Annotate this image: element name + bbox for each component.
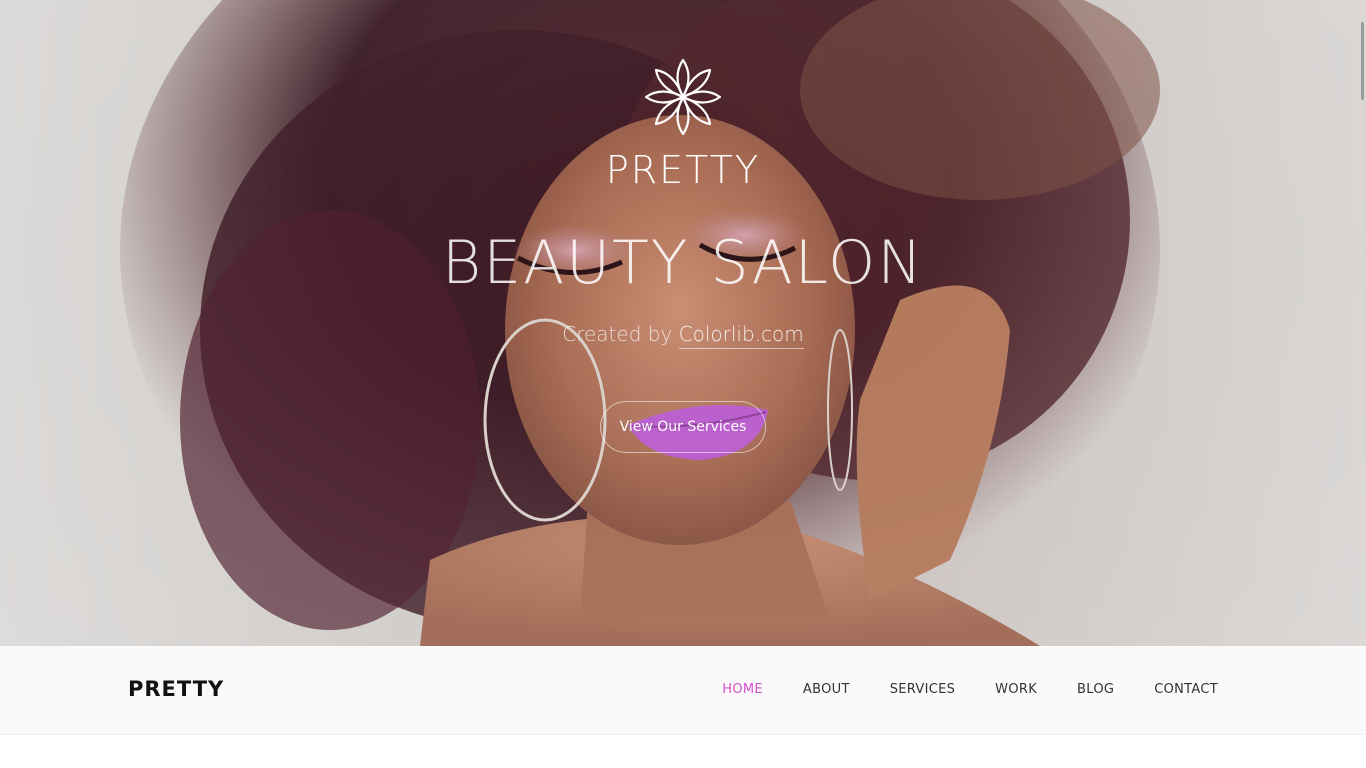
nav-item-services[interactable]: SERVICES [890,682,955,697]
hero-brand-title: PRETTY [605,148,761,192]
lotus-flower-icon [644,58,722,136]
page-content-area [0,735,1366,768]
page-scrollbar[interactable] [1360,0,1366,768]
nav-menu: HOME ABOUT SERVICES WORK BLOG CONTACT [682,682,1218,697]
nav-item-about[interactable]: ABOUT [803,682,850,697]
hero-credit-prefix: Created by [562,322,679,346]
nav-item-work[interactable]: WORK [995,682,1037,697]
main-navbar: PRETTY HOME ABOUT SERVICES WORK BLOG CON… [0,646,1366,735]
nav-item-blog[interactable]: BLOG [1077,682,1114,697]
hero-headline: BEAUTY SALON [441,228,925,298]
colorlib-link[interactable]: Colorlib.com [678,322,804,349]
nav-item-home[interactable]: HOME [722,682,763,697]
nav-item-contact[interactable]: CONTACT [1154,682,1218,697]
scrollbar-thumb[interactable] [1361,22,1364,100]
view-services-button[interactable]: View Our Services [600,401,766,453]
hero-content: PRETTY BEAUTY SALON Created by Colorlib.… [0,0,1366,646]
hero-section: PRETTY BEAUTY SALON Created by Colorlib.… [0,0,1366,646]
hero-credit: Created by Colorlib.com [0,322,1366,349]
navbar-brand-logo[interactable]: PRETTY [128,677,224,701]
